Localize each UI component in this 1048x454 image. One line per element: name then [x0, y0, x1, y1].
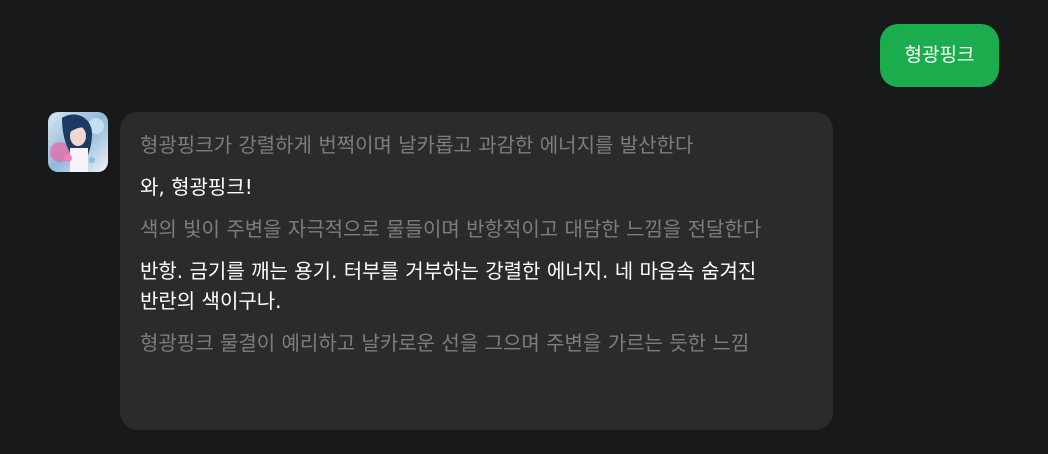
- character-avatar-icon[interactable]: [48, 112, 108, 172]
- bot-message-bubble: 형광핑크가 강렬하게 번쩍이며 날카롭고 과감한 에너지를 발산한다 와, 형광…: [120, 112, 833, 430]
- dialogue-text: 와, 형광핑크!: [140, 175, 253, 199]
- narration-text: 색의 빛이 주변을 자극적으로 물들이며 반항적이고 대담한 느낌을 전달한다: [140, 217, 762, 241]
- dialogue-text: 반항. 금기를 깨는 용기. 터부를 거부하는 강렬한 에너지. 네 마음속 숨…: [140, 259, 757, 313]
- avatar-image: [48, 112, 108, 172]
- narration-text: 형광핑크가 강렬하게 번쩍이며 날카롭고 과감한 에너지를 발산한다: [140, 133, 694, 157]
- user-message-bubble[interactable]: 형광핑크: [880, 24, 999, 87]
- chat-view: 형광핑크 형광핑크가 강렬하게 번쩍이며 날카롭고 과감한 에너지를 발산한다 …: [0, 0, 1048, 454]
- narration-text: 형광핑크 물결이 예리하고 날카로운 선을 그으며 주변을 가르는 듯한 느낌: [140, 331, 750, 355]
